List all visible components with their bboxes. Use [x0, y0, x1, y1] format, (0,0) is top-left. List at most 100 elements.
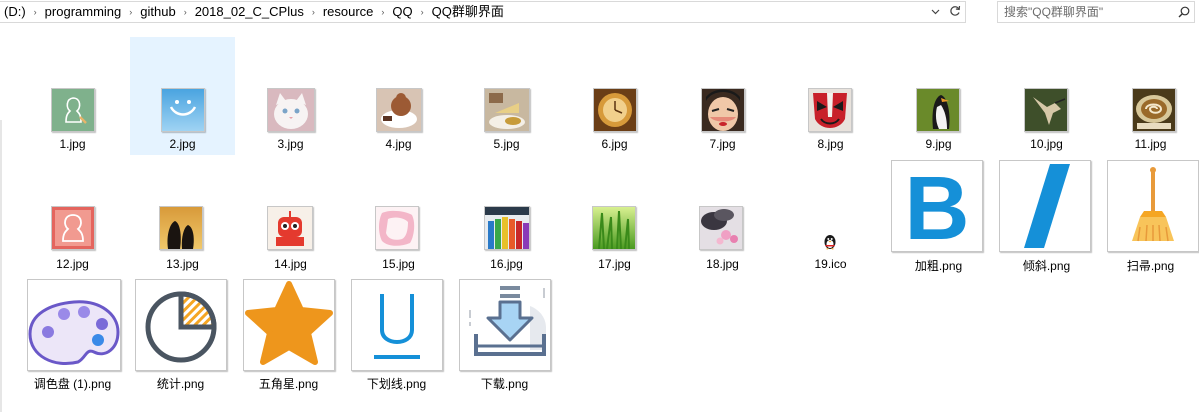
file-item[interactable]: 15.jpg [346, 160, 451, 275]
breadcrumb-programming[interactable]: programming [41, 2, 126, 22]
file-item[interactable]: 扫帚.png [1102, 158, 1199, 275]
file-name: 16.jpg [490, 257, 523, 271]
file-name: 10.jpg [1030, 137, 1063, 151]
white-cat-icon [267, 88, 315, 132]
file-item[interactable]: 10.jpg [994, 40, 1099, 155]
file-name: 13.jpg [166, 257, 199, 271]
chevron-right-icon[interactable]: › [125, 2, 136, 22]
chevron-right-icon[interactable]: › [417, 2, 428, 22]
file-item[interactable]: 3.jpg [238, 40, 343, 155]
file-name: 下划线.png [366, 377, 427, 391]
penguins-sunset-icon [159, 206, 203, 250]
file-name: 7.jpg [709, 137, 736, 151]
file-item[interactable]: 9.jpg [886, 40, 991, 155]
file-item-selected[interactable]: 2.jpg [130, 37, 235, 155]
breadcrumb-resource[interactable]: resource [319, 2, 378, 22]
file-item[interactable]: 14.jpg [238, 160, 343, 275]
opera-mask-icon [808, 88, 852, 132]
file-name: 2.jpg [169, 137, 196, 151]
search-box[interactable] [997, 1, 1195, 23]
file-item[interactable]: 17.jpg [562, 160, 667, 275]
file-item[interactable]: 7.jpg [670, 40, 775, 155]
green-grass-icon [592, 206, 636, 250]
file-name: 调色盘 (1).png [33, 377, 112, 391]
italic-icon [999, 160, 1091, 252]
qq-penguin-icon [822, 234, 838, 250]
file-name: 3.jpg [277, 137, 304, 151]
star-icon [243, 279, 335, 371]
breadcrumb-qq[interactable]: QQ [388, 2, 416, 22]
file-name: 9.jpg [925, 137, 952, 151]
file-item[interactable]: 五角星.png [236, 277, 341, 394]
file-name: 8.jpg [817, 137, 844, 151]
pie-chart-icon [135, 279, 227, 371]
breadcrumb-current-folder[interactable]: QQ群聊界面 [428, 2, 508, 22]
file-name: 15.jpg [382, 257, 415, 271]
address-bar[interactable]: (D:) › programming › github › 2018_02_C_… [0, 1, 966, 23]
file-name: 倾斜.png [1022, 259, 1071, 273]
file-item[interactable]: 下载.png [452, 277, 557, 394]
broom-icon [1107, 160, 1199, 252]
svg-text:B: B [905, 161, 970, 251]
breadcrumb-github[interactable]: github [136, 2, 179, 22]
pocket-watch-icon [593, 88, 637, 132]
file-item[interactable]: 11.jpg [1102, 40, 1199, 155]
file-item[interactable]: 19.ico [778, 160, 883, 275]
chevron-down-icon [931, 6, 940, 18]
file-item[interactable]: 调色盘 (1).png [20, 277, 125, 394]
file-name: 4.jpg [385, 137, 412, 151]
file-item[interactable]: 倾斜.png [994, 158, 1099, 275]
file-name: 6.jpg [601, 137, 628, 151]
navigation-bar: (D:) › programming › github › 2018_02_C_… [0, 0, 1199, 25]
chevron-right-icon[interactable]: › [180, 2, 191, 22]
file-item[interactable]: 18.jpg [670, 160, 775, 275]
file-name: 14.jpg [274, 257, 307, 271]
bold-icon: B [891, 160, 983, 252]
pink-frame-icon [375, 206, 419, 250]
history-dropdown-button[interactable] [925, 2, 945, 22]
underline-icon [351, 279, 443, 371]
file-name: 统计.png [156, 377, 205, 391]
cake-tea-icon [484, 88, 530, 132]
file-item[interactable]: 下划线.png [344, 277, 449, 394]
file-name: 五角星.png [258, 377, 319, 391]
file-name: 加粗.png [914, 259, 963, 273]
file-name: 11.jpg [1134, 137, 1167, 151]
chevron-right-icon[interactable]: › [377, 2, 388, 22]
file-name: 17.jpg [598, 257, 631, 271]
breadcrumb-drive[interactable]: (D:) [0, 2, 30, 22]
chevron-right-icon[interactable]: › [30, 2, 41, 22]
file-item[interactable]: 12.jpg [20, 160, 125, 275]
colored-pencils-icon [484, 206, 530, 250]
file-name: 19.ico [814, 257, 847, 271]
download-icon [459, 279, 551, 371]
file-item[interactable]: 5.jpg [454, 40, 559, 155]
file-item[interactable]: 统计.png [128, 277, 233, 394]
opera-face-icon [701, 88, 745, 132]
search-input[interactable] [1004, 3, 1176, 21]
red-robot-icon [267, 206, 313, 250]
file-item[interactable]: 1.jpg [20, 40, 125, 155]
red-contact-silhouette-icon [51, 206, 95, 250]
file-name: 5.jpg [493, 137, 520, 151]
file-item[interactable]: B 加粗.png [886, 158, 991, 275]
scrollbar-track[interactable] [0, 120, 2, 412]
chevron-right-icon[interactable]: › [308, 2, 319, 22]
hummingbird-icon [1024, 88, 1068, 132]
latte-art-icon [1132, 88, 1176, 132]
file-item[interactable]: 16.jpg [454, 160, 559, 275]
penguin-photo-icon [916, 88, 960, 132]
search-icon[interactable] [1176, 4, 1192, 20]
file-name: 扫帚.png [1126, 259, 1175, 273]
breadcrumb-project[interactable]: 2018_02_C_CPlus [191, 2, 308, 22]
file-item[interactable]: 6.jpg [562, 40, 667, 155]
file-item[interactable]: 13.jpg [130, 160, 235, 275]
file-item[interactable]: 4.jpg [346, 40, 451, 155]
flower-stones-icon [699, 206, 743, 250]
file-item[interactable]: 8.jpg [778, 40, 883, 155]
file-name: 18.jpg [706, 257, 739, 271]
refresh-icon [949, 5, 961, 20]
refresh-button[interactable] [945, 2, 965, 22]
gingerbread-coffee-icon [376, 88, 422, 132]
palette-icon [27, 279, 121, 371]
